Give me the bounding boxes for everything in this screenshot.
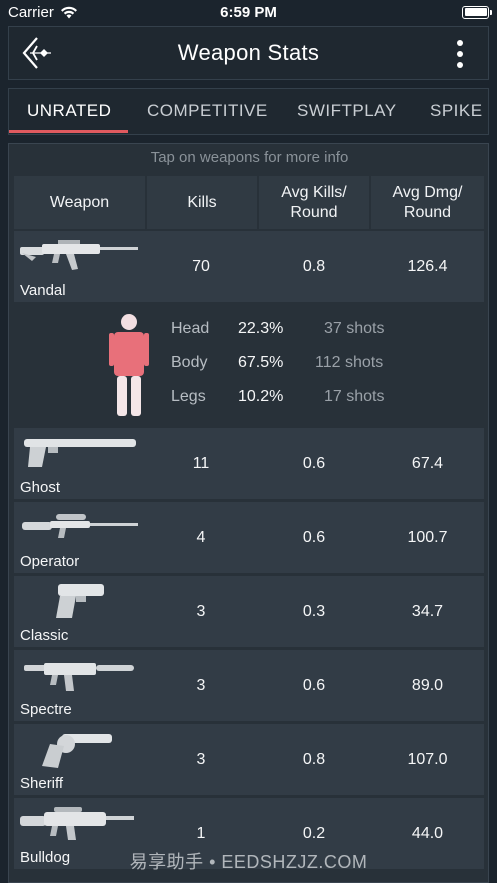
weapon-avg-dmg: 100.7 <box>407 529 448 546</box>
watermark: 易享助手 • EEDSHZJZ.COM <box>129 852 368 872</box>
head-pct: 22.3% <box>238 320 284 337</box>
header-avg-kills: Avg Kills/ Round <box>259 176 369 229</box>
weapon-kills: 4 <box>196 529 206 546</box>
weapon-avg-kills: 0.8 <box>302 751 326 768</box>
head-label: Head <box>171 320 210 337</box>
tab-spike-rush[interactable]: SPIKE R <box>430 89 488 134</box>
header-kills: Kills <box>147 176 257 229</box>
weapon-name: Spectre <box>20 701 72 718</box>
app-logo-icon[interactable] <box>21 35 55 71</box>
hit-breakdown-vandal: Head 22.3% 37 shots Body 67.5% 112 shots… <box>14 303 484 427</box>
head-shots: 37 shots <box>324 320 385 337</box>
header-weapon: Weapon <box>14 176 145 229</box>
weapon-kills: 3 <box>196 603 206 620</box>
weapon-row-classic[interactable]: Classic 3 0.3 34.7 <box>14 576 484 647</box>
weapon-avg-kills: 0.6 <box>302 529 326 546</box>
weapon-avg-dmg: 89.0 <box>411 677 444 694</box>
weapon-kills: 3 <box>196 751 206 768</box>
operator-sniper-icon <box>22 514 138 538</box>
body-figure-icon <box>109 314 149 416</box>
tab-swiftplay[interactable]: SWIFTPLAY <box>297 89 397 134</box>
weapon-avg-dmg: 126.4 <box>407 258 448 275</box>
mode-tabs: UNRATED COMPETITIVE SWIFTPLAY SPIKE R <box>8 88 489 135</box>
weapon-name: Sheriff <box>20 775 64 792</box>
weapon-avg-kills: 0.8 <box>302 258 326 275</box>
classic-pistol-icon <box>56 584 104 618</box>
weapon-avg-kills: 0.6 <box>302 455 326 472</box>
weapon-avg-kills: 0.3 <box>302 603 326 620</box>
weapon-name: Operator <box>20 553 80 570</box>
status-time: 6:59 PM <box>220 3 277 21</box>
nav-bar: Weapon Stats <box>8 26 489 80</box>
weapon-avg-dmg: 107.0 <box>407 751 448 768</box>
weapon-kills: 3 <box>196 677 206 694</box>
page-title: Weapon Stats <box>177 40 320 65</box>
weapon-name: Ghost <box>20 479 61 496</box>
weapon-stats-panel: Tap on weapons for more info Weapon Kill… <box>8 143 489 883</box>
active-tab-indicator <box>9 130 128 133</box>
body-shots: 112 shots <box>315 354 384 371</box>
weapon-row-sheriff[interactable]: Sheriff 3 0.8 107.0 <box>14 724 484 795</box>
more-menu-icon[interactable] <box>450 40 470 68</box>
weapon-name: Classic <box>20 627 69 644</box>
weapon-avg-dmg: 67.4 <box>411 455 444 472</box>
weapon-row-spectre[interactable]: Spectre 3 0.6 89.0 <box>14 650 484 721</box>
legs-pct: 10.2% <box>238 388 284 405</box>
spectre-smg-icon <box>24 663 134 691</box>
vandal-rifle-icon <box>20 240 138 270</box>
ghost-pistol-icon <box>24 439 136 467</box>
sheriff-revolver-icon <box>42 734 112 768</box>
legs-shots: 17 shots <box>324 388 385 405</box>
weapon-name: Vandal <box>20 282 66 299</box>
bulldog-rifle-icon <box>20 807 134 840</box>
weapon-row-ghost[interactable]: Ghost 11 0.6 67.4 <box>14 428 484 499</box>
weapon-row-vandal[interactable]: Vandal 70 0.8 126.4 <box>14 231 484 302</box>
tab-unrated[interactable]: UNRATED <box>27 89 111 134</box>
weapon-kills: 11 <box>192 455 210 472</box>
weapon-kills: 70 <box>192 258 210 275</box>
battery-icon <box>462 5 492 19</box>
body-pct: 67.5% <box>238 354 284 371</box>
legs-label: Legs <box>171 388 206 405</box>
hint-text: Tap on weapons for more info <box>150 149 349 166</box>
weapon-avg-kills: 0.6 <box>302 677 326 694</box>
status-bar: Carrier 6:59 PM <box>0 0 497 24</box>
weapon-row-operator[interactable]: Operator 4 0.6 100.7 <box>14 502 484 573</box>
tab-competitive[interactable]: COMPETITIVE <box>147 89 268 134</box>
header-avg-dmg: Avg Dmg/ Round <box>371 176 484 229</box>
body-label: Body <box>171 354 208 371</box>
weapon-avg-dmg: 34.7 <box>411 603 444 620</box>
